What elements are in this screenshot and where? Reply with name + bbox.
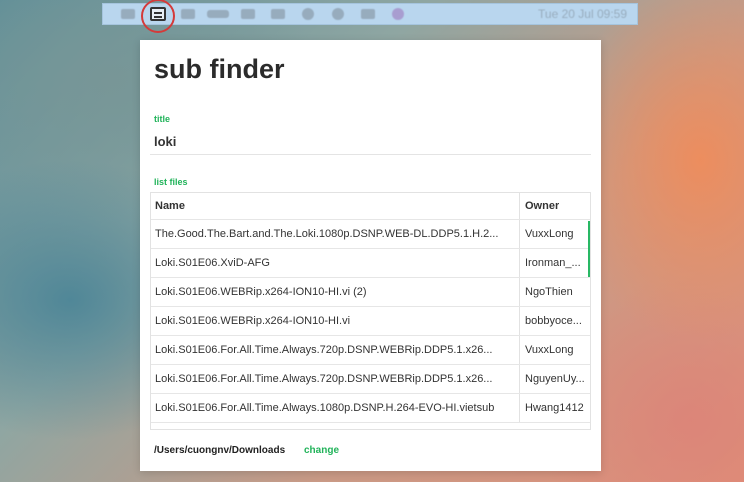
app-heading: sub finder [154,54,285,84]
table-scrollbar[interactable] [588,221,590,277]
evernote-icon[interactable] [173,5,203,23]
owner-cell: Hwang1412 [525,402,584,414]
table-row[interactable]: Loki.S01E06.For.All.Time.Always.720p.DSN… [151,365,590,394]
file-name-cell: Loki.S01E06.For.All.Time.Always.720p.DSN… [151,336,520,364]
menu-bar: Tue 20 Jul 09:59 [102,0,638,33]
download-path: /Users/cuongnv/Downloads [154,445,286,456]
title-label: title [154,114,171,124]
table-row[interactable]: Loki.S01E06.For.All.Time.Always.720p.DSN… [151,336,590,365]
owner-cell: bobbyoce... [525,315,582,327]
files-table[interactable]: Name Owner The.Good.The.Bart.and.The.Lok… [150,192,591,430]
list-files-label: list files [154,177,188,187]
table-row[interactable]: Loki.S01E06.WEBRip.x264-ION10-HI.vi (2) N… [151,278,590,307]
column-header-name[interactable]: Name [151,193,520,219]
table-row[interactable]: Loki.S01E06.XviD-AFG Ironman_... [151,249,590,278]
file-name-cell: Loki.S01E06.XviD-AFG [151,249,520,277]
battery-icon[interactable] [263,5,293,23]
menu-extra-icon[interactable] [113,5,143,23]
owner-cell: VuxxLong [525,228,574,240]
user-icon[interactable] [353,5,383,23]
sub-finder-panel: sub finder title loki list files Name Ow… [140,40,601,471]
table-row[interactable]: Loki.S01E06.For.All.Time.Always.1080p.DS… [151,394,590,423]
network-graph-icon[interactable] [203,5,233,23]
table-body: The.Good.The.Bart.and.The.Loki.1080p.DSN… [151,220,590,423]
owner-cell: NgoThien [525,286,573,298]
column-header-owner[interactable]: Owner [520,193,590,219]
owner-cell: NguyenUy... [525,373,585,385]
sub-finder-menu-icon[interactable] [141,0,175,33]
table-header: Name Owner [151,193,590,220]
file-name-cell: Loki.S01E06.For.All.Time.Always.720p.DSN… [151,365,520,393]
wifi-icon[interactable] [293,5,323,23]
search-icon[interactable] [323,5,353,23]
file-name-cell: The.Good.The.Bart.and.The.Loki.1080p.DSN… [151,220,520,248]
title-divider [150,154,591,155]
title-input[interactable]: loki [154,134,176,149]
file-name-cell: Loki.S01E06.WEBRip.x264-ION10-HI.vi (2) [151,278,520,306]
change-path-link[interactable]: change [304,445,339,456]
table-row[interactable]: The.Good.The.Bart.and.The.Loki.1080p.DSN… [151,220,590,249]
display-icon[interactable] [233,5,263,23]
list-icon [150,7,166,21]
menu-clock[interactable]: Tue 20 Jul 09:59 [538,7,627,21]
owner-cell: VuxxLong [525,344,574,356]
siri-icon[interactable] [383,5,413,23]
owner-cell: Ironman_... [525,257,581,269]
file-name-cell: Loki.S01E06.For.All.Time.Always.1080p.DS… [151,394,520,422]
table-row[interactable]: Loki.S01E06.WEBRip.x264-ION10-HI.vi bobby… [151,307,590,336]
file-name-cell: Loki.S01E06.WEBRip.x264-ION10-HI.vi [151,307,520,335]
